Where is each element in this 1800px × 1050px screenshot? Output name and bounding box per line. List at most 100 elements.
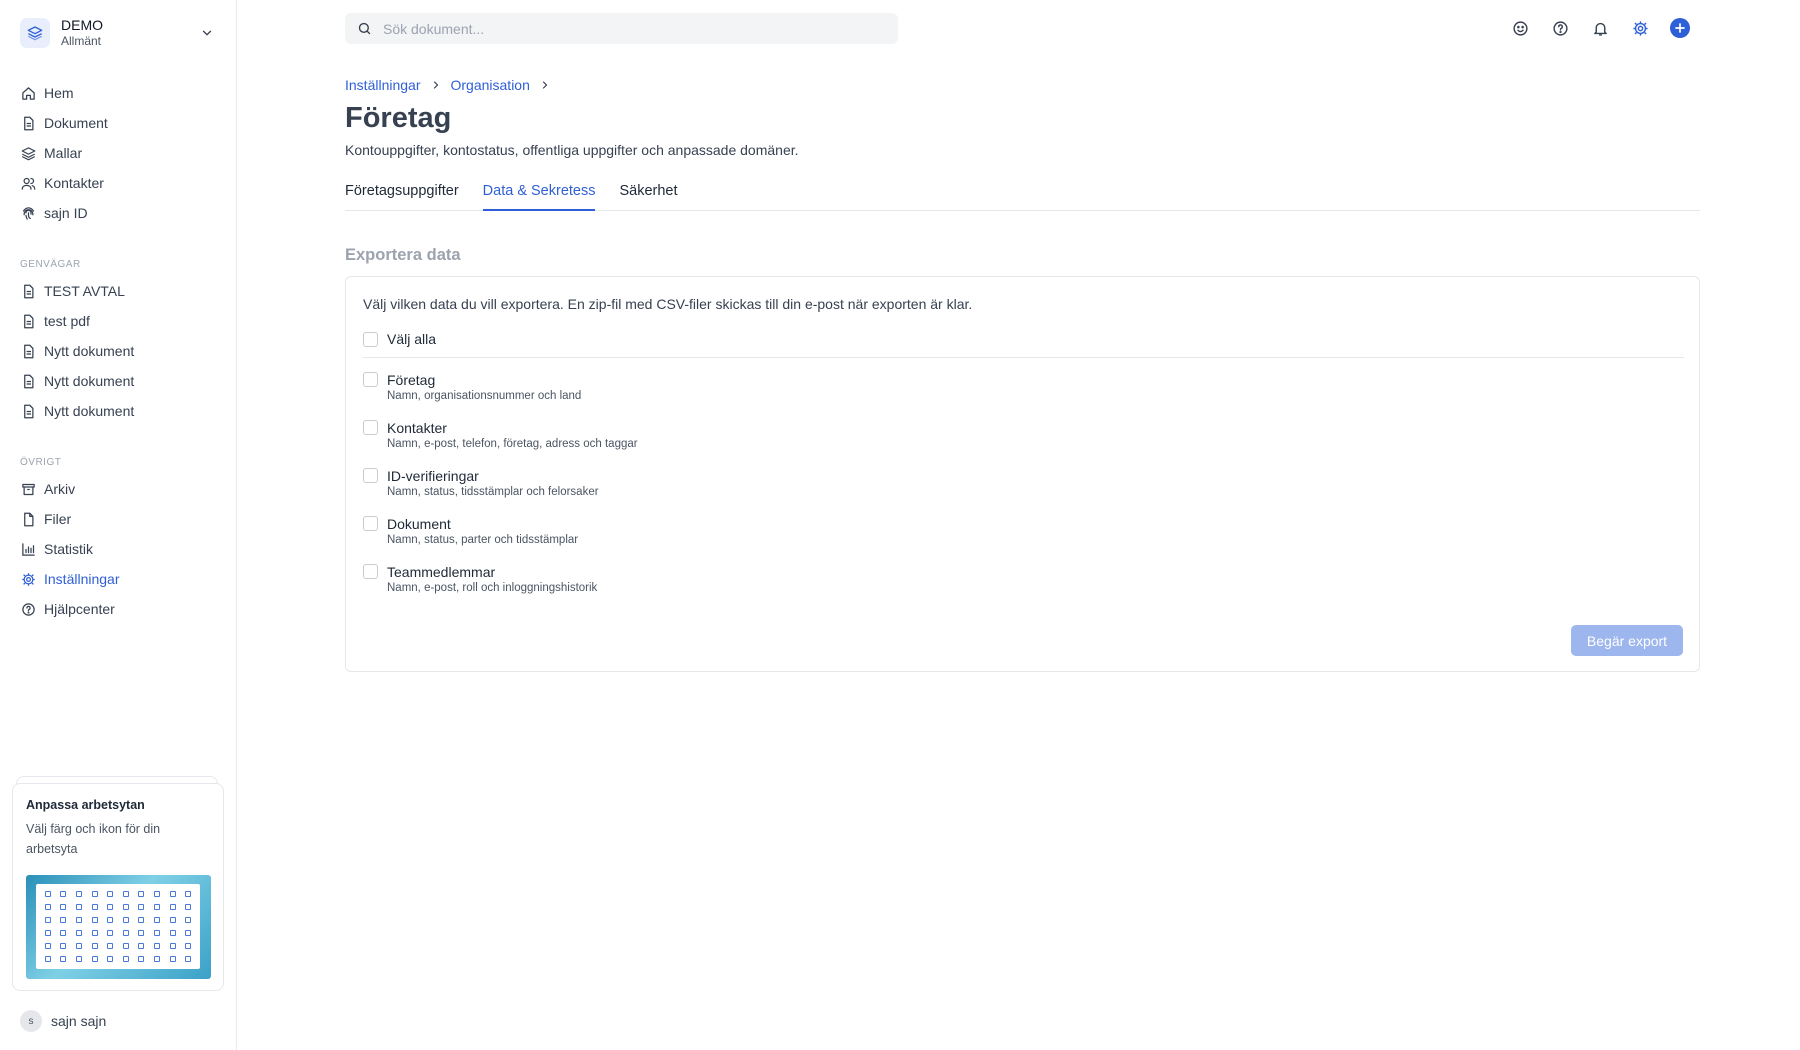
tab-data-privacy[interactable]: Data & Sekretess bbox=[482, 183, 596, 211]
gear-icon[interactable] bbox=[1628, 16, 1652, 40]
sidebar-item-help-center[interactable]: Hjälpcenter bbox=[0, 594, 237, 624]
request-export-button[interactable]: Begär export bbox=[1571, 625, 1683, 656]
sidebar-item-files[interactable]: Filer bbox=[0, 504, 237, 534]
page-title: Företag bbox=[345, 102, 452, 134]
file-icon bbox=[20, 511, 36, 527]
users-icon bbox=[20, 175, 36, 191]
create-new-button[interactable] bbox=[1670, 18, 1690, 38]
export-option-description: Namn, organisationsnummer och land bbox=[387, 390, 582, 402]
export-option-description: Namn, e-post, telefon, företag, adress o… bbox=[387, 438, 638, 450]
fingerprint-icon bbox=[20, 205, 36, 221]
shortcut-item[interactable]: Nytt dokument bbox=[0, 396, 237, 426]
tab-security[interactable]: Säkerhet bbox=[619, 183, 677, 211]
preview-glyph bbox=[149, 953, 165, 966]
user-menu[interactable]: s sajn sajn bbox=[20, 1010, 106, 1032]
preview-glyph bbox=[40, 953, 56, 966]
workspace-switcher[interactable]: DEMO Allmänt bbox=[20, 16, 218, 50]
sidebar-item-label: Statistik bbox=[44, 541, 94, 557]
export-checkbox[interactable] bbox=[363, 420, 378, 435]
document-icon bbox=[20, 283, 36, 299]
export-option-label: Teammedlemmar bbox=[387, 564, 496, 580]
bell-icon[interactable] bbox=[1588, 16, 1612, 40]
preview-glyph bbox=[134, 900, 150, 913]
preview-glyph bbox=[71, 887, 87, 900]
sidebar-item-label: Hem bbox=[44, 85, 74, 101]
sidebar-item-home[interactable]: Hem bbox=[0, 78, 237, 108]
smiley-icon[interactable] bbox=[1508, 16, 1532, 40]
sidebar-item-statistics[interactable]: Statistik bbox=[0, 534, 237, 564]
workspace-name: DEMO bbox=[61, 17, 103, 33]
shortcut-item-label: Nytt dokument bbox=[44, 373, 135, 389]
preview-glyph bbox=[165, 887, 181, 900]
preview-glyph bbox=[149, 940, 165, 953]
preview-glyph bbox=[118, 913, 134, 926]
tab-company-details[interactable]: Företagsuppgifter bbox=[345, 183, 459, 211]
shortcut-item[interactable]: test pdf bbox=[0, 306, 237, 336]
export-option-company[interactable]: Företag Namn, organisationsnummer och la… bbox=[363, 371, 581, 402]
preview-glyph bbox=[56, 927, 72, 940]
preview-glyph bbox=[87, 887, 103, 900]
preview-glyph bbox=[40, 887, 56, 900]
sidebar-item-contacts[interactable]: Kontakter bbox=[0, 168, 237, 198]
icon-grid-preview bbox=[36, 884, 200, 969]
sidebar-item-label: Kontakter bbox=[44, 175, 104, 191]
plus-circle-icon[interactable] bbox=[1668, 16, 1692, 40]
export-option-label: Kontakter bbox=[387, 420, 447, 436]
preview-glyph bbox=[165, 913, 181, 926]
export-data-card: Välj vilken data du vill exportera. En z… bbox=[345, 276, 1700, 672]
sidebar-item-label: Hjälpcenter bbox=[44, 601, 115, 617]
export-option-id-verifications[interactable]: ID-verifieringar Namn, status, tidsstämp… bbox=[363, 467, 599, 498]
export-option-documents[interactable]: Dokument Namn, status, parter och tidsst… bbox=[363, 515, 578, 546]
preview-glyph bbox=[71, 940, 87, 953]
breadcrumb-link-organisation[interactable]: Organisation bbox=[451, 77, 530, 93]
icon-picker-preview-image bbox=[26, 875, 211, 979]
document-icon bbox=[20, 403, 36, 419]
export-checkbox[interactable] bbox=[363, 468, 378, 483]
sidebar-item-templates[interactable]: Mallar bbox=[0, 138, 237, 168]
preview-glyph bbox=[165, 900, 181, 913]
tab-bar: Företagsuppgifter Data & Sekretess Säker… bbox=[345, 183, 1700, 211]
preview-glyph bbox=[149, 887, 165, 900]
preview-glyph bbox=[40, 927, 56, 940]
export-option-contacts[interactable]: Kontakter Namn, e-post, telefon, företag… bbox=[363, 419, 638, 450]
document-icon bbox=[20, 313, 36, 329]
archive-icon bbox=[20, 481, 36, 497]
export-option-team-members[interactable]: Teammedlemmar Namn, e-post, roll och inl… bbox=[363, 563, 597, 594]
shortcut-item[interactable]: TEST AVTAL bbox=[0, 276, 237, 306]
sidebar-item-documents[interactable]: Dokument bbox=[0, 108, 237, 138]
sidebar-item-sajn-id[interactable]: sajn ID bbox=[0, 198, 237, 228]
preview-glyph bbox=[180, 953, 196, 966]
preview-glyph bbox=[180, 887, 196, 900]
sidebar-item-archive[interactable]: Arkiv bbox=[0, 474, 237, 504]
preview-glyph bbox=[165, 927, 181, 940]
search-input[interactable] bbox=[383, 20, 863, 37]
help-circle-icon[interactable] bbox=[1548, 16, 1572, 40]
shortcut-item-label: test pdf bbox=[44, 313, 90, 329]
sidebar-item-settings[interactable]: Inställningar bbox=[0, 564, 237, 594]
export-checkbox[interactable] bbox=[363, 372, 378, 387]
shortcut-item[interactable]: Nytt dokument bbox=[0, 366, 237, 396]
breadcrumb-link-settings[interactable]: Inställningar bbox=[345, 77, 421, 93]
shortcut-item[interactable]: Nytt dokument bbox=[0, 336, 237, 366]
export-description: Välj vilken data du vill exportera. En z… bbox=[363, 296, 973, 312]
export-checkbox[interactable] bbox=[363, 564, 378, 579]
preview-glyph bbox=[102, 940, 118, 953]
preview-glyph bbox=[102, 913, 118, 926]
customize-workspace-card[interactable]: Anpassa arbetsytan Välj färg och ikon fö… bbox=[12, 783, 224, 991]
page-subtitle: Kontouppgifter, kontostatus, offentliga … bbox=[345, 142, 799, 158]
preview-glyph bbox=[118, 900, 134, 913]
select-all-checkbox[interactable] bbox=[363, 331, 378, 347]
shortcut-item-label: Nytt dokument bbox=[44, 343, 135, 359]
export-option-label: Dokument bbox=[387, 516, 451, 532]
gear-icon bbox=[20, 571, 36, 587]
document-icon bbox=[20, 115, 36, 131]
export-checkbox[interactable] bbox=[363, 516, 378, 531]
top-toolbar bbox=[1508, 16, 1708, 40]
search-bar[interactable] bbox=[345, 13, 898, 44]
document-icon bbox=[20, 373, 36, 389]
layers-icon bbox=[20, 145, 36, 161]
select-all-option[interactable]: Välj alla bbox=[363, 331, 436, 347]
preview-glyph bbox=[87, 927, 103, 940]
preview-glyph bbox=[165, 940, 181, 953]
bar-chart-icon bbox=[20, 541, 36, 557]
